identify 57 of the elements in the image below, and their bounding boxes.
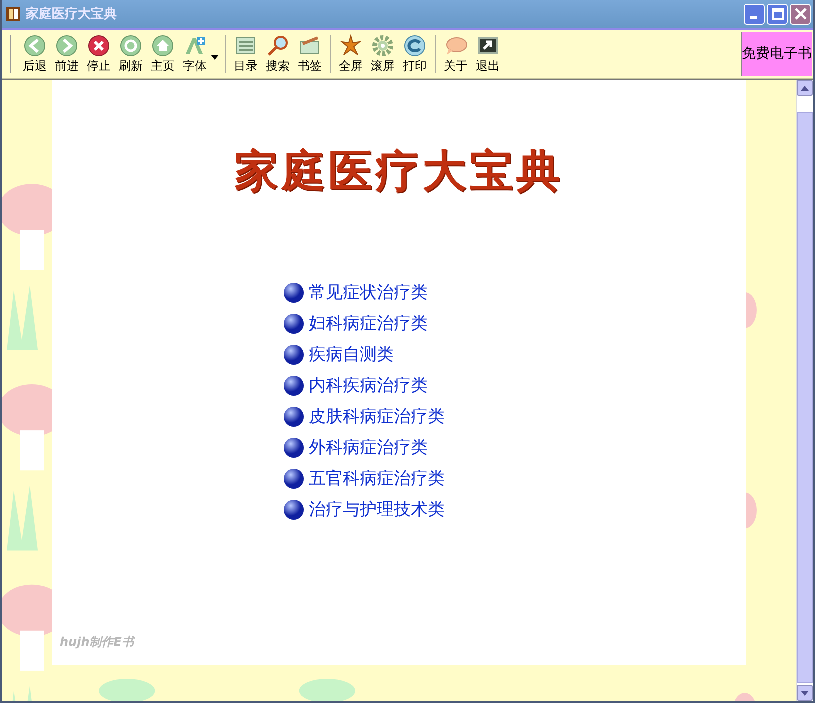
toolbar-button[interactable]: 搜索	[262, 34, 294, 74]
toolbar-button[interactable]: 关于	[440, 34, 472, 74]
toolbar-button[interactable]: 打印	[399, 34, 431, 74]
scroll-up-button[interactable]	[797, 80, 813, 96]
close-icon	[794, 8, 806, 20]
scrollbar-thumb[interactable]	[797, 112, 813, 683]
category-link[interactable]: 妇科病症治疗类	[309, 312, 428, 335]
caret-icon[interactable]	[211, 54, 219, 60]
search-icon	[266, 34, 290, 58]
print-icon	[403, 34, 427, 58]
close-button[interactable]	[790, 4, 811, 24]
category-link[interactable]: 常见症状治疗类	[309, 281, 428, 304]
book-icon	[298, 34, 322, 58]
toolbar-button[interactable]: 目录	[230, 34, 262, 74]
page-heading: 家庭医疗大宝典	[234, 145, 564, 199]
toolbar-button[interactable]: 主页	[147, 34, 179, 74]
category-link[interactable]: 五官科病症治疗类	[309, 467, 445, 490]
forward-icon	[55, 34, 79, 58]
star-icon	[339, 34, 363, 58]
up-arrow-icon	[801, 86, 809, 90]
toolbar-button[interactable]: 滚屏	[367, 34, 399, 74]
bullet-icon	[283, 498, 305, 520]
refresh-icon	[119, 34, 143, 58]
back-icon	[23, 34, 47, 58]
toolbar-button[interactable]: 书签	[294, 34, 326, 74]
toolbar-button[interactable]: 字体	[179, 34, 211, 74]
category-link[interactable]: 治疗与护理技术类	[309, 498, 445, 521]
bullet-icon	[283, 468, 305, 490]
window-title: 家庭医疗大宝典	[26, 6, 118, 23]
category-link[interactable]: 疾病自测类	[309, 343, 394, 366]
toolbar-button[interactable]: 前进	[51, 34, 83, 74]
bullet-icon	[283, 344, 305, 366]
maximize-button[interactable]	[767, 4, 788, 24]
minimize-button[interactable]	[744, 4, 765, 24]
toolbar-button[interactable]: 全屏	[335, 34, 367, 74]
credit-text: hujh制作E书	[60, 634, 134, 651]
minimize-icon	[750, 16, 756, 19]
maximize-icon	[772, 8, 784, 20]
bullet-icon	[283, 312, 305, 334]
down-arrow-icon	[801, 690, 809, 696]
category-link[interactable]: 外科病症治疗类	[309, 436, 428, 459]
toolbar-button[interactable]: 退出	[472, 34, 504, 74]
bullet-icon	[283, 374, 305, 396]
book-icon	[6, 7, 20, 21]
category-link[interactable]: 内科疾病治疗类	[309, 374, 428, 397]
ebook-banner[interactable]: 免费电子书	[741, 32, 812, 76]
stop-icon	[87, 34, 111, 58]
category-link[interactable]: 皮肤科病症治疗类	[309, 405, 445, 428]
home-icon	[151, 34, 175, 58]
gear-icon	[371, 34, 395, 58]
scroll-down-button[interactable]	[797, 685, 813, 701]
bullet-icon	[283, 436, 305, 458]
bullet-icon	[283, 282, 305, 304]
toolbar-button[interactable]: 后退	[19, 34, 51, 74]
toolbar-button[interactable]: 停止	[83, 34, 115, 74]
toolbar-button[interactable]: 刷新	[115, 34, 147, 74]
bullet-icon	[283, 406, 305, 428]
